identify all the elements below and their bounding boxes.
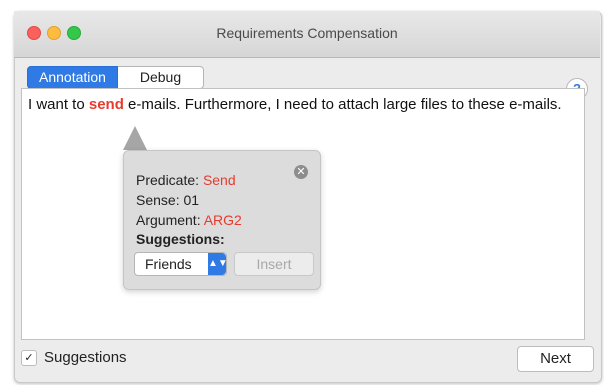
popover-arrow (123, 126, 147, 150)
editor-text: I want to send e-mails. Furthermore, I n… (28, 95, 568, 115)
title-bar: Requirements Compensation (14, 11, 600, 58)
argument-label: Argument: (136, 212, 204, 228)
suggestions-checkbox-label: Suggestions (44, 349, 127, 366)
suggestion-select[interactable]: Friends ▲▼ (134, 252, 228, 276)
argument-value: ARG2 (203, 212, 242, 228)
suggestion-select-value: Friends (145, 256, 192, 272)
argument-line: Argument: ARG2 (136, 212, 242, 228)
updown-chevron-icon: ▲▼ (208, 253, 228, 275)
window-title: Requirements Compensation (216, 25, 398, 41)
tab-debug[interactable]: Debug (118, 66, 204, 89)
next-button[interactable]: Next (517, 346, 594, 372)
popover-close-icon[interactable]: ✕ (294, 165, 308, 179)
text-before-keyword: I want to (28, 96, 89, 113)
sense-line: Sense: 01 (136, 192, 200, 208)
highlighted-keyword[interactable]: send (89, 96, 124, 113)
predicate-line: Predicate: Send (136, 172, 236, 188)
text-after-keyword: e-mails. Furthermore, I need to attach l… (123, 96, 562, 113)
predicate-label: Predicate: (136, 172, 203, 188)
tab-annotation[interactable]: Annotation (27, 66, 118, 89)
insert-button[interactable]: Insert (234, 252, 314, 276)
tab-bar: Annotation Debug (27, 66, 204, 89)
predicate-value: Send (202, 172, 236, 188)
suggestions-checkbox[interactable]: ✓ (21, 350, 37, 366)
suggestions-heading: Suggestions: (136, 231, 225, 247)
annotation-popover: ✕ Predicate: Send Sense: 01 Argument: AR… (123, 150, 321, 290)
